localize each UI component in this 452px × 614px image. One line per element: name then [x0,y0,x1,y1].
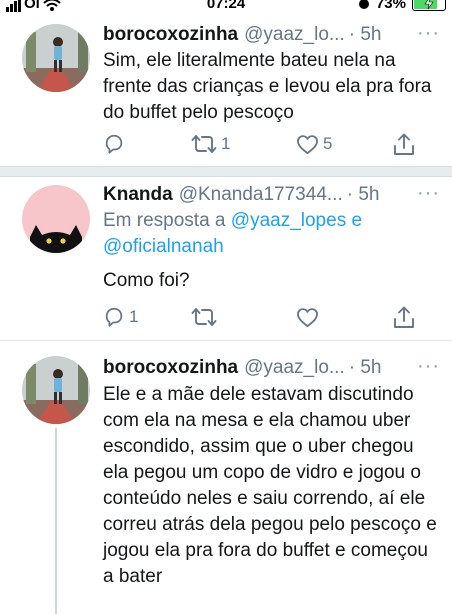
share-icon [394,133,414,155]
avatar[interactable] [22,356,90,424]
charging-bolt-icon [424,0,434,9]
retweet-icon [191,135,217,153]
tweet[interactable]: Knanda @Knanda177344... · 5h ··· Em resp… [0,177,452,341]
reply-context: Em resposta a @yaaz_lopes e @oficialnana… [103,208,442,260]
battery-icon [412,0,446,11]
like-icon [297,134,318,154]
display-name[interactable]: borocoxozinha [103,24,238,46]
user-handle[interactable]: @Knanda177344... [179,184,343,206]
tweet-actions: 1 5 [103,132,438,156]
share-icon [394,306,414,328]
display-name[interactable]: borocoxozinha [103,357,238,379]
avatar[interactable] [22,24,90,92]
tweet[interactable]: borocoxozinha @yaaz_lo... · 5h ··· Ele e… [0,342,452,614]
display-name[interactable]: Knanda [103,184,173,206]
battery-percent: 73% [375,0,406,12]
tweet-text: Como foi? [103,270,190,291]
status-right: 73% [358,0,446,12]
tweet-text: Ele e a mãe dele estavam discutindo com … [103,384,437,587]
like-button[interactable] [296,305,319,329]
more-icon[interactable]: ··· [417,22,440,45]
reply-count: 1 [129,307,139,326]
tweet-header: Knanda @Knanda177344... · 5h ··· [103,182,440,208]
share-button[interactable] [393,132,415,156]
thread-line [55,428,57,614]
tweet-header: borocoxozinha @yaaz_lo... · 5h ··· [103,355,440,381]
reply-icon [105,307,123,327]
mention-joiner: e [351,210,363,231]
user-handle[interactable]: @yaaz_lo... [244,24,345,46]
reply-prefix: Em resposta a [103,210,226,231]
mention-link[interactable]: @yaaz_lopes [231,210,346,231]
more-icon[interactable]: ··· [417,355,440,378]
retweet-icon [191,308,217,326]
reply-button[interactable]: 1 [103,305,138,329]
mention-link[interactable]: @oficialnanah [103,236,224,257]
tweet-text: Sim, ele literalmente bateu nela na fren… [103,50,432,123]
reply-icon [105,134,123,154]
tweet[interactable]: borocoxozinha @yaaz_lo... · 5h ··· Sim, … [0,14,452,166]
tweet-time: · 5h [348,357,382,378]
tweet-time: · 5h [346,184,380,205]
user-handle[interactable]: @yaaz_lo... [244,357,345,379]
retweet-button[interactable] [191,305,217,329]
reply-button[interactable] [103,132,125,156]
tweet-time: · 5h [348,24,382,45]
retweet-count: 1 [221,134,231,153]
like-count: 5 [323,134,333,153]
more-icon[interactable]: ··· [417,182,440,205]
tweet-separator [0,166,452,177]
tweet-actions: 1 [103,305,438,329]
like-icon [297,307,318,327]
tweet-header: borocoxozinha @yaaz_lo... · 5h ··· [103,22,440,48]
like-button[interactable]: 5 [296,132,332,156]
retweet-button[interactable]: 1 [191,132,230,156]
avatar[interactable] [22,185,90,253]
alarm-icon [358,0,369,9]
status-bar: Oi 07:24 73% [0,0,452,14]
share-button[interactable] [393,305,415,329]
